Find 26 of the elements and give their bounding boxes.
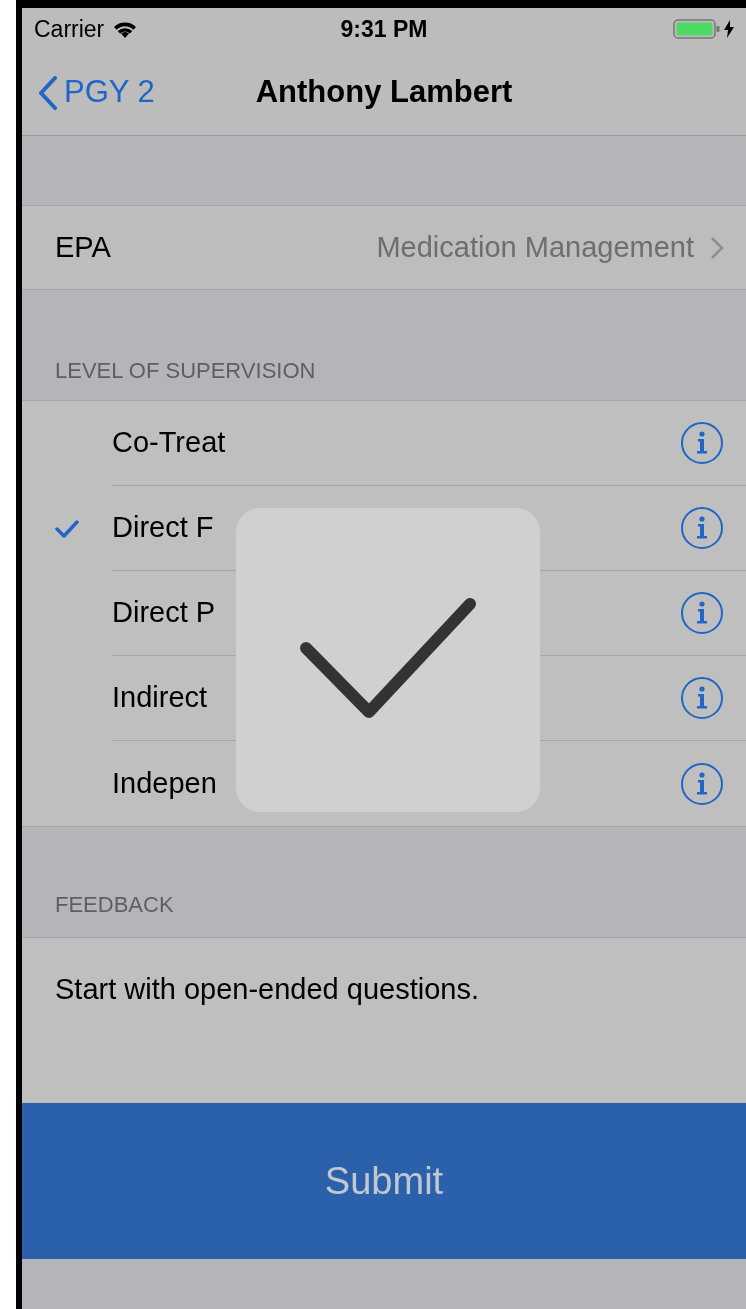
supervision-option[interactable]: Co-Treat	[22, 401, 746, 486]
info-icon[interactable]	[680, 591, 724, 635]
info-icon[interactable]	[680, 421, 724, 465]
chevron-left-icon	[38, 75, 58, 110]
epa-row[interactable]: EPA Medication Management	[22, 205, 746, 290]
epa-value: Medication Management	[376, 229, 694, 265]
submit-button[interactable]: Submit	[22, 1103, 746, 1259]
clock-time: 9:31 PM	[340, 14, 428, 44]
option-label: Indirect	[112, 680, 208, 716]
section-header: FEEDBACK	[54, 890, 175, 919]
screen-title: Anthony Lambert	[255, 73, 513, 112]
carrier-label: Carrier	[34, 14, 105, 44]
section-header: LEVEL OF SUPERVISION	[54, 356, 317, 385]
option-label: Direct P	[112, 595, 216, 631]
info-icon[interactable]	[680, 761, 724, 806]
option-label: Indepen	[112, 765, 217, 801]
battery-icon	[673, 18, 721, 40]
epa-label: EPA	[55, 229, 111, 265]
option-label: Co-Treat	[112, 425, 226, 461]
info-icon[interactable]	[680, 506, 724, 550]
supervision-option[interactable]: Indepen	[22, 741, 746, 826]
feedback-field[interactable]: Start with open-ended questions.	[22, 937, 746, 1103]
info-icon[interactable]	[680, 676, 724, 720]
charging-bolt-icon	[724, 20, 734, 38]
chevron-right-icon	[710, 235, 724, 260]
option-label: Direct F	[112, 510, 214, 546]
